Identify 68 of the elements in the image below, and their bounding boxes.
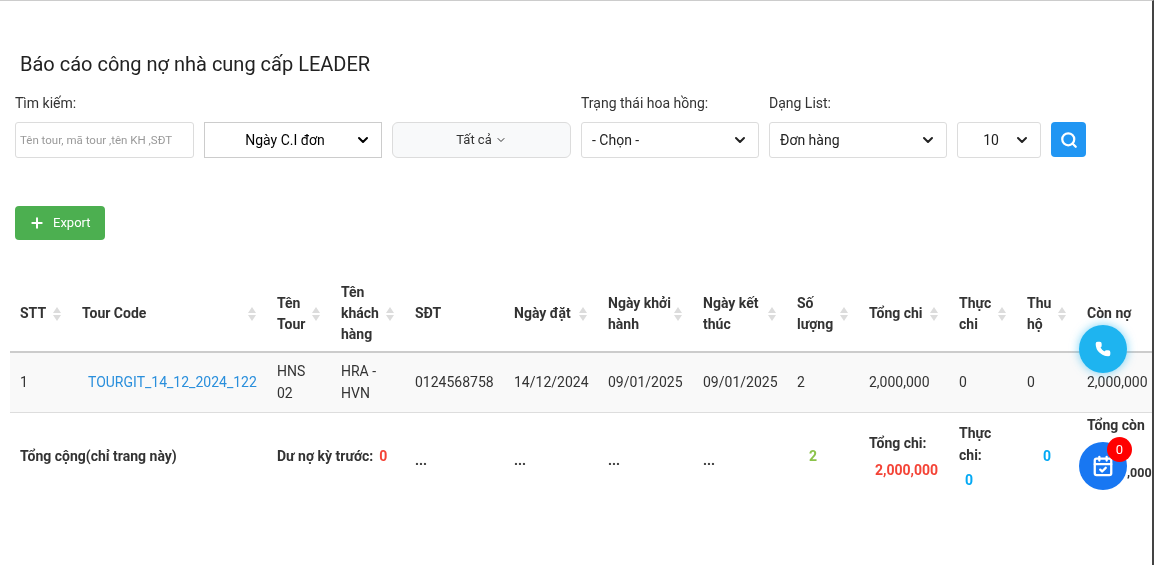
table-cell: 14/12/2024 — [514, 374, 589, 391]
actual-spend-label: Thực chi: — [959, 423, 993, 465]
search-label: Tìm kiếm: — [15, 94, 78, 113]
search-icon — [1059, 130, 1078, 149]
list-type-select[interactable]: Đơn hàng — [769, 122, 947, 158]
table-cell: 0124568758 — [415, 374, 494, 391]
plus-icon — [29, 215, 45, 231]
page-title: Báo cáo công nợ nhà cung cấp LEADER — [20, 51, 372, 78]
table-cell: 2 — [797, 374, 805, 391]
sort-icon[interactable] — [929, 305, 939, 322]
total-quantity: 2 — [808, 447, 817, 464]
column-header[interactable]: STT — [20, 303, 47, 324]
table-cell: 1 — [20, 374, 28, 391]
sort-icon[interactable] — [1057, 305, 1067, 322]
sort-icon[interactable] — [578, 305, 588, 322]
table-cell: ... — [415, 451, 428, 468]
table-cell: 0 — [1027, 374, 1035, 391]
sort-icon[interactable] — [767, 305, 777, 322]
total-spend-label: Tổng chi: — [869, 433, 928, 453]
column-header[interactable]: Thực chi — [959, 292, 995, 335]
sort-icon[interactable] — [997, 305, 1007, 322]
column-header[interactable]: Ngày đặt — [514, 303, 571, 324]
table-cell: 0 — [959, 374, 967, 391]
sort-icon[interactable] — [52, 305, 62, 322]
commission-select[interactable]: - Chọn - — [581, 122, 759, 158]
table-cell: 2,000,000 — [1087, 374, 1148, 391]
notification-badge: 0 — [1107, 437, 1132, 462]
remaining-value: ,000 — [1127, 464, 1152, 480]
search-button[interactable] — [1051, 122, 1086, 157]
sort-icon[interactable] — [311, 305, 321, 322]
scope-dropdown[interactable]: Tất cả — [392, 122, 571, 158]
column-header[interactable]: Tổng chi — [869, 303, 923, 324]
page-size-select[interactable]: 10 — [957, 122, 1041, 158]
date-type-select[interactable]: Ngày C.I đơn — [204, 122, 382, 158]
remaining-label: Tổng còn — [1087, 415, 1144, 435]
column-header[interactable]: Còn nợ — [1087, 303, 1132, 324]
table-cell: HNS 02 — [277, 363, 306, 402]
table-cell: 09/01/2025 — [703, 374, 778, 391]
sort-icon[interactable] — [673, 305, 683, 322]
table-cell: ... — [703, 451, 716, 468]
column-header[interactable]: SĐT — [415, 303, 442, 324]
column-header[interactable]: Tên khách hàng — [341, 282, 383, 345]
previous-debt-value: 0 — [379, 447, 388, 464]
column-header[interactable]: Tour Code — [82, 303, 147, 324]
column-header[interactable]: Thu hộ — [1027, 292, 1055, 335]
previous-debt-label: Dư nợ kỳ trước: — [277, 447, 374, 464]
search-field[interactable]: Tên tour, mã tour ,tên KH ,SĐT — [15, 122, 194, 158]
column-header[interactable]: Ngày khởi hành — [608, 292, 671, 335]
actual-spend-value: 0 — [965, 470, 975, 490]
calendar-icon — [1092, 455, 1114, 477]
table-cell: HRA - HVN — [341, 363, 377, 402]
list-type-label: Dạng List: — [769, 94, 832, 113]
totals-label: Tổng cộng(chỉ trang này) — [20, 447, 177, 464]
table-cell: ... — [514, 451, 527, 468]
table-cell: 09/01/2025 — [608, 374, 683, 391]
phone-icon — [1095, 341, 1111, 357]
call-button[interactable] — [1079, 325, 1127, 373]
table-cell: ... — [608, 451, 621, 468]
sort-icon[interactable] — [839, 305, 849, 322]
total-spend-value: 2,000,000 — [875, 460, 939, 480]
commission-label: Trạng thái hoa hồng: — [581, 94, 710, 113]
column-header[interactable]: Tên Tour — [277, 292, 309, 335]
sort-icon[interactable] — [247, 305, 257, 322]
sort-icon[interactable] — [385, 305, 395, 322]
collected-total: 0 — [1042, 447, 1051, 464]
table-cell: 2,000,000 — [869, 374, 930, 391]
column-header[interactable]: Ngày kết thúc — [703, 292, 765, 335]
column-header[interactable]: Số lượng — [797, 292, 837, 335]
